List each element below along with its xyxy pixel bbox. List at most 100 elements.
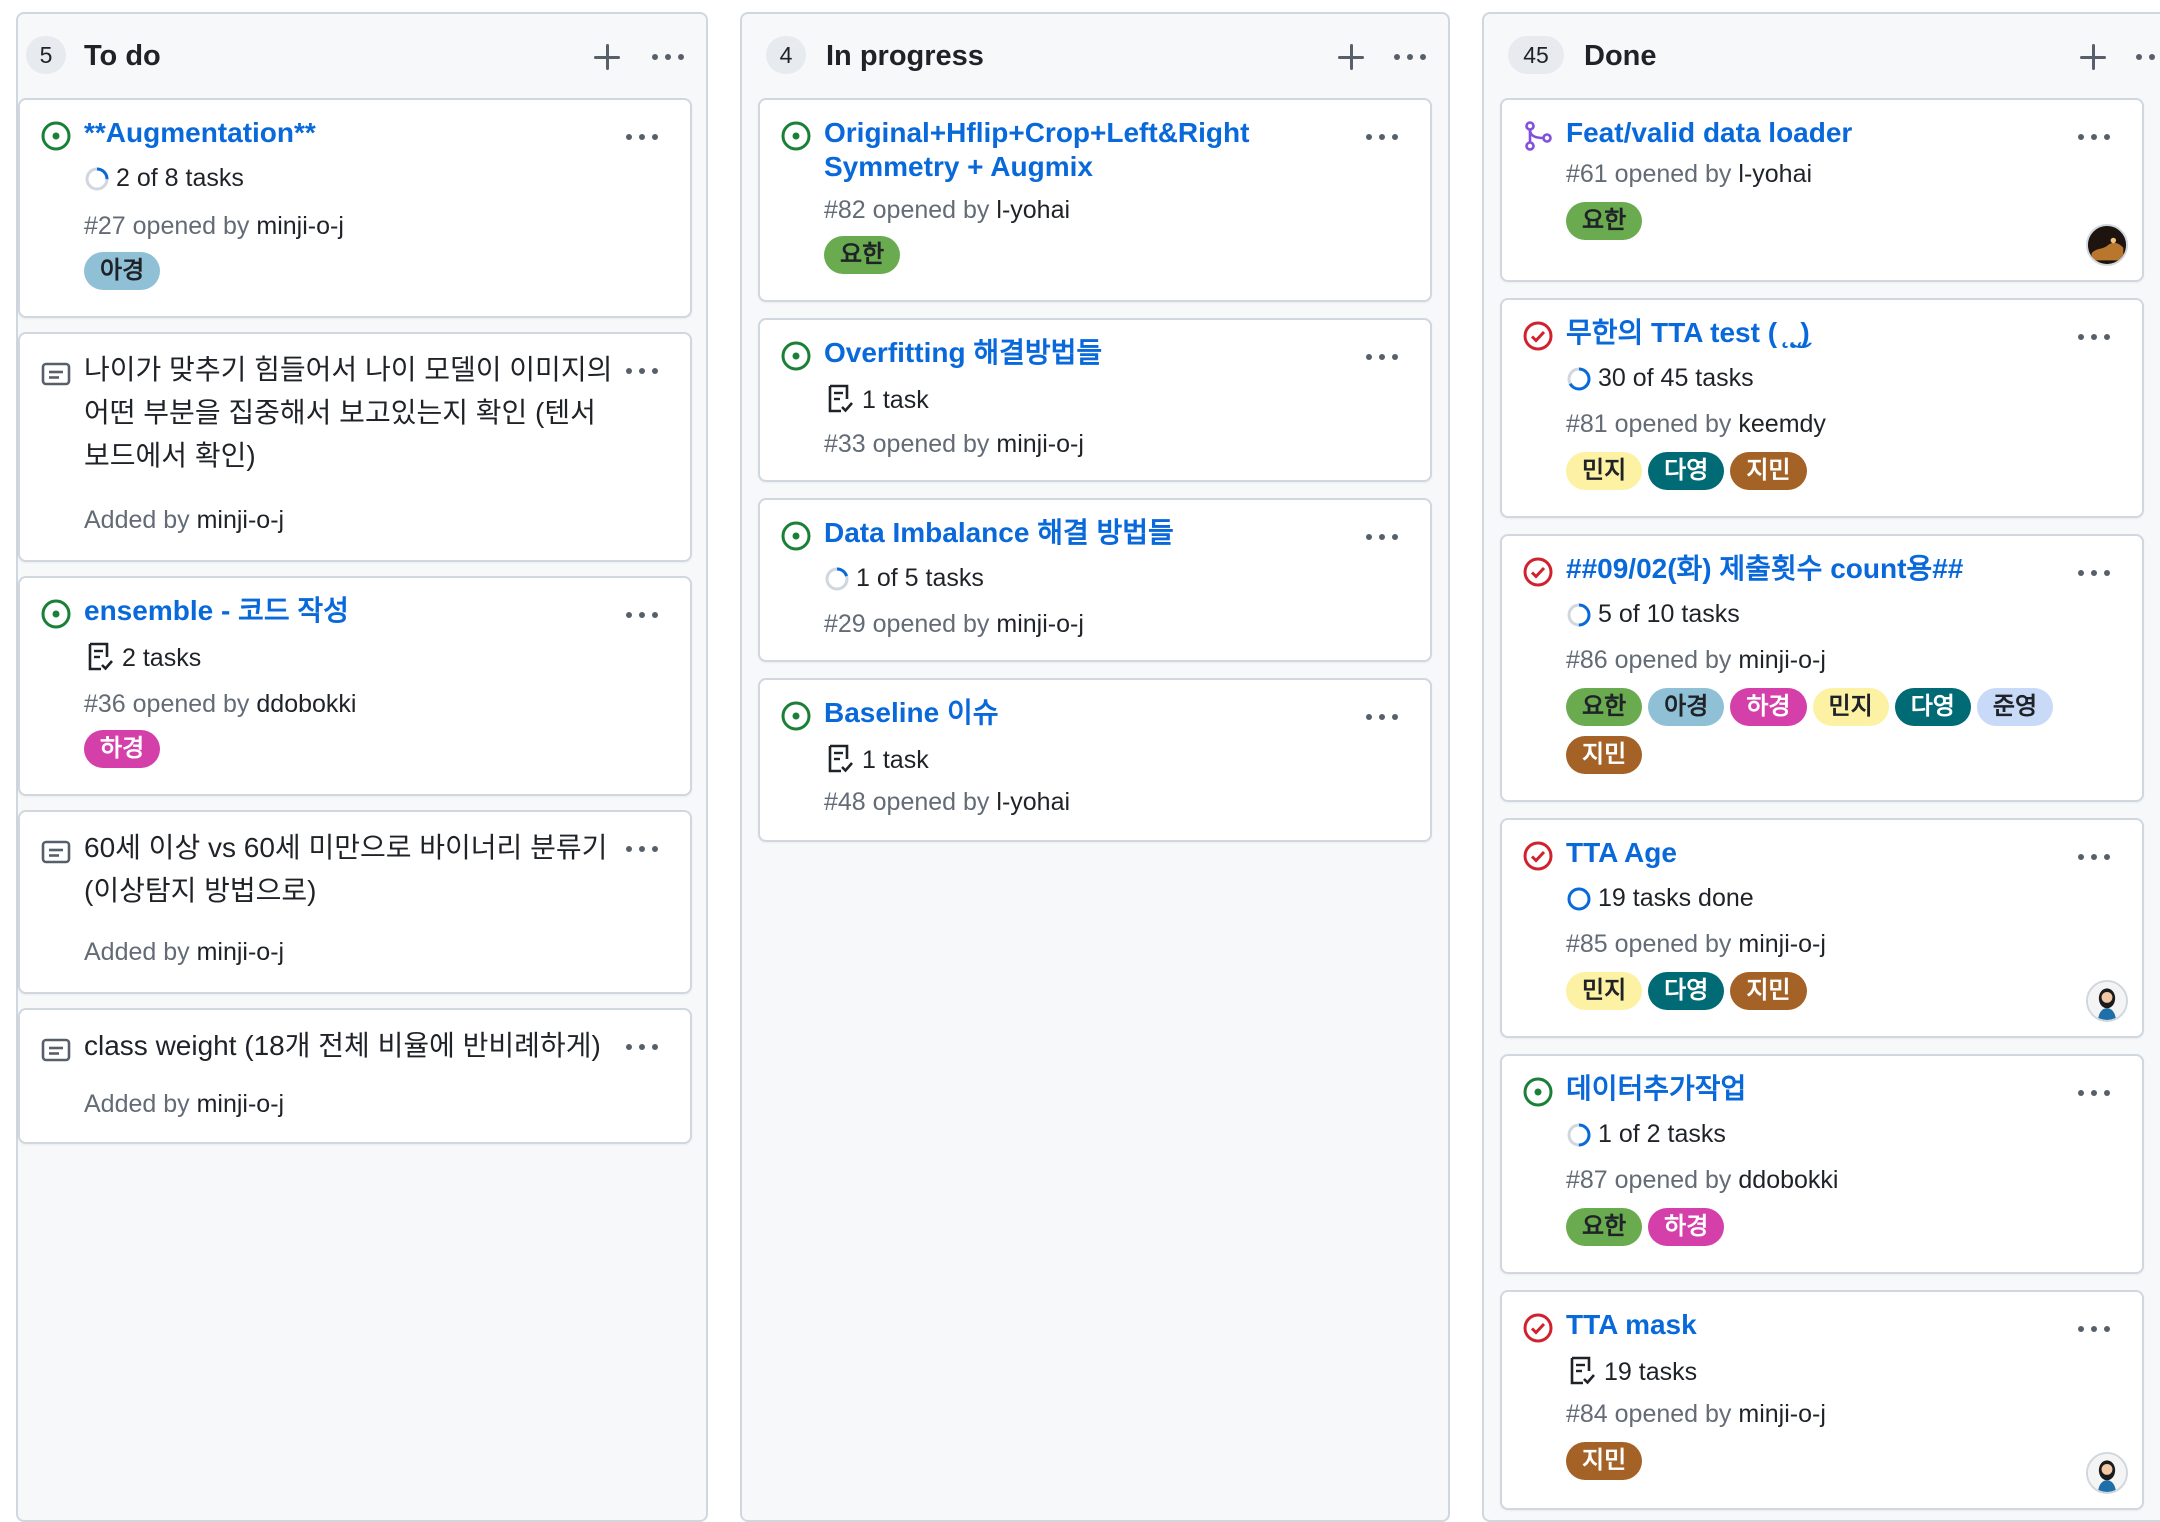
card-meta: #27 opened by minji-o-j (84, 212, 344, 240)
add-card-button[interactable] (2080, 44, 2106, 70)
card-menu-button[interactable] (1364, 710, 1400, 724)
card-menu-button[interactable] (2076, 330, 2112, 344)
author-link[interactable]: minji-o-j (1738, 646, 1826, 674)
note-card[interactable]: 나이가 맞추기 힘들어서 나이 모델이 이미지의 어떤 부분을 집중해서 보고있… (18, 332, 692, 562)
author-link[interactable]: l-yohai (996, 788, 1070, 816)
column-menu-button[interactable] (650, 50, 686, 64)
column-title: Done (1584, 40, 1657, 72)
card-title[interactable]: Original+Hflip+Crop+Left&Right Symmetry … (824, 116, 1280, 184)
issue-card[interactable]: Data Imbalance 해결 방법들 1 of 5 tasks #29 o… (758, 498, 1432, 662)
label-pill[interactable]: 지민 (1566, 1442, 1643, 1480)
label-pill[interactable]: 지민 (1566, 736, 1643, 774)
label-pill[interactable]: 요한 (1566, 202, 1643, 240)
author-link[interactable]: l-yohai (996, 196, 1070, 224)
card-meta: #29 opened by minji-o-j (824, 610, 1084, 638)
assignee-avatar[interactable] (2086, 1452, 2128, 1494)
label-pill[interactable]: 다영 (1648, 452, 1725, 490)
assignee-avatar[interactable] (2086, 224, 2128, 266)
author-link[interactable]: minji-o-j (1738, 1400, 1826, 1428)
label-pill[interactable]: 아경 (1648, 688, 1725, 726)
column-header: 4 In progress (742, 14, 1448, 98)
card-menu-button[interactable] (624, 608, 660, 622)
add-card-button[interactable] (594, 44, 620, 70)
card-menu-button[interactable] (2076, 850, 2112, 864)
label-pill[interactable]: 하경 (84, 730, 161, 768)
card-menu-button[interactable] (2076, 1086, 2112, 1100)
label-pill[interactable]: 민지 (1566, 972, 1643, 1010)
label-pill[interactable]: 다영 (1648, 972, 1725, 1010)
column-todo: 5 To do **Augmentation** 2 of 8 tasks #2… (16, 12, 708, 1522)
assignee-avatar[interactable] (2086, 980, 2128, 1022)
label-pill[interactable]: 지민 (1730, 452, 1807, 490)
card-title[interactable]: ensemble - 코드 작성 (84, 594, 610, 628)
label-pill[interactable]: 요한 (824, 236, 901, 274)
author-link[interactable]: ddobokki (256, 690, 356, 718)
note-icon (41, 362, 71, 386)
add-card-button[interactable] (1338, 44, 1364, 70)
card-title[interactable]: TTA mask (1566, 1308, 2062, 1342)
card-title[interactable]: **Augmentation** (84, 116, 610, 150)
card-title[interactable]: Overfitting 해결방법들 (824, 336, 1350, 370)
author-link[interactable]: minji-o-j (197, 1090, 285, 1118)
card-menu-button[interactable] (1364, 530, 1400, 544)
card-menu-button[interactable] (624, 364, 660, 378)
author-link[interactable]: keemdy (1738, 410, 1826, 438)
issue-card[interactable]: ##09/02(화) 제출횟수 count용## 5 of 10 tasks #… (1500, 534, 2144, 802)
task-count: 2 tasks (84, 640, 201, 674)
author-link[interactable]: minji-o-j (996, 610, 1084, 638)
card-menu-button[interactable] (2076, 130, 2112, 144)
card-title[interactable]: Data Imbalance 해결 방법들 (824, 516, 1350, 550)
card-menu-button[interactable] (1364, 130, 1400, 144)
author-link[interactable]: minji-o-j (256, 212, 344, 240)
label-pill[interactable]: 하경 (1648, 1208, 1725, 1246)
column-menu-button[interactable] (1392, 50, 1428, 64)
label-pill[interactable]: 요한 (1566, 1208, 1643, 1246)
item-count-badge: 5 (26, 36, 66, 74)
card-title[interactable]: ##09/02(화) 제출횟수 count용## (1566, 552, 2062, 586)
card-title[interactable]: 무한의 TTA test ( ̨ ̨͜ ̨) (1566, 316, 2062, 350)
note-card[interactable]: 60세 이상 vs 60세 미만으로 바이너리 분류기 (이상탐지 방법으로) … (18, 810, 692, 994)
author-link[interactable]: minji-o-j (1738, 930, 1826, 958)
label-pill[interactable]: 민지 (1812, 688, 1889, 726)
progress-ring-icon (825, 567, 849, 591)
issue-card[interactable]: TTA Age 19 tasks done #85 opened by minj… (1500, 818, 2144, 1038)
column-menu-button[interactable] (2134, 50, 2160, 64)
tasklist-icon (828, 384, 853, 413)
author-link[interactable]: minji-o-j (996, 430, 1084, 458)
author-link[interactable]: minji-o-j (197, 506, 285, 534)
author-link[interactable]: minji-o-j (197, 938, 285, 966)
column-title: To do (84, 40, 161, 72)
label-pill[interactable]: 민지 (1566, 452, 1643, 490)
label-pill[interactable]: 하경 (1730, 688, 1807, 726)
note-meta: Added by minji-o-j (84, 506, 285, 534)
card-menu-button[interactable] (1364, 350, 1400, 364)
author-link[interactable]: l-yohai (1738, 160, 1812, 188)
card-title[interactable]: Baseline 이슈 (824, 696, 1350, 730)
label-list: 요한 (824, 236, 1410, 284)
issue-card[interactable]: 무한의 TTA test ( ̨ ̨͜ ̨) 30 of 45 tasks #8… (1500, 298, 2144, 518)
card-menu-button[interactable] (2076, 1322, 2112, 1336)
label-pill[interactable]: 준영 (1976, 688, 2054, 726)
card-title[interactable]: Feat/valid data loader (1566, 116, 2062, 150)
issue-card[interactable]: **Augmentation** 2 of 8 tasks #27 opened… (18, 98, 692, 318)
author-link[interactable]: ddobokki (1738, 1166, 1838, 1194)
issue-card[interactable]: Overfitting 해결방법들 1 task #33 opened by m… (758, 318, 1432, 482)
card-menu-button[interactable] (2076, 566, 2112, 580)
label-pill[interactable]: 다영 (1894, 688, 1971, 726)
card-title[interactable]: 데이터추가작업 (1566, 1072, 2062, 1106)
label-pill[interactable]: 요한 (1566, 688, 1643, 726)
issue-card[interactable]: Original+Hflip+Crop+Left&Right Symmetry … (758, 98, 1432, 302)
issue-card[interactable]: TTA mask 19 tasks #84 opened by minji-o-… (1500, 1290, 2144, 1510)
card-menu-button[interactable] (624, 1040, 660, 1054)
label-pill[interactable]: 아경 (84, 252, 161, 290)
pull-request-card[interactable]: Feat/valid data loader #61 opened by l-y… (1500, 98, 2144, 282)
issue-card[interactable]: ensemble - 코드 작성 2 tasks #36 opened by d… (18, 576, 692, 796)
card-menu-button[interactable] (624, 842, 660, 856)
card-title[interactable]: TTA Age (1566, 836, 2062, 870)
label-pill[interactable]: 지민 (1730, 972, 1807, 1010)
issue-card[interactable]: Baseline 이슈 1 task #48 opened by l-yohai (758, 678, 1432, 842)
card-menu-button[interactable] (624, 130, 660, 144)
issue-card[interactable]: 데이터추가작업 1 of 2 tasks #87 opened by ddobo… (1500, 1054, 2144, 1274)
note-card[interactable]: class weight (18개 전체 비율에 반비례하게) Added by… (18, 1008, 692, 1144)
card-meta: #82 opened by l-yohai (824, 196, 1071, 224)
